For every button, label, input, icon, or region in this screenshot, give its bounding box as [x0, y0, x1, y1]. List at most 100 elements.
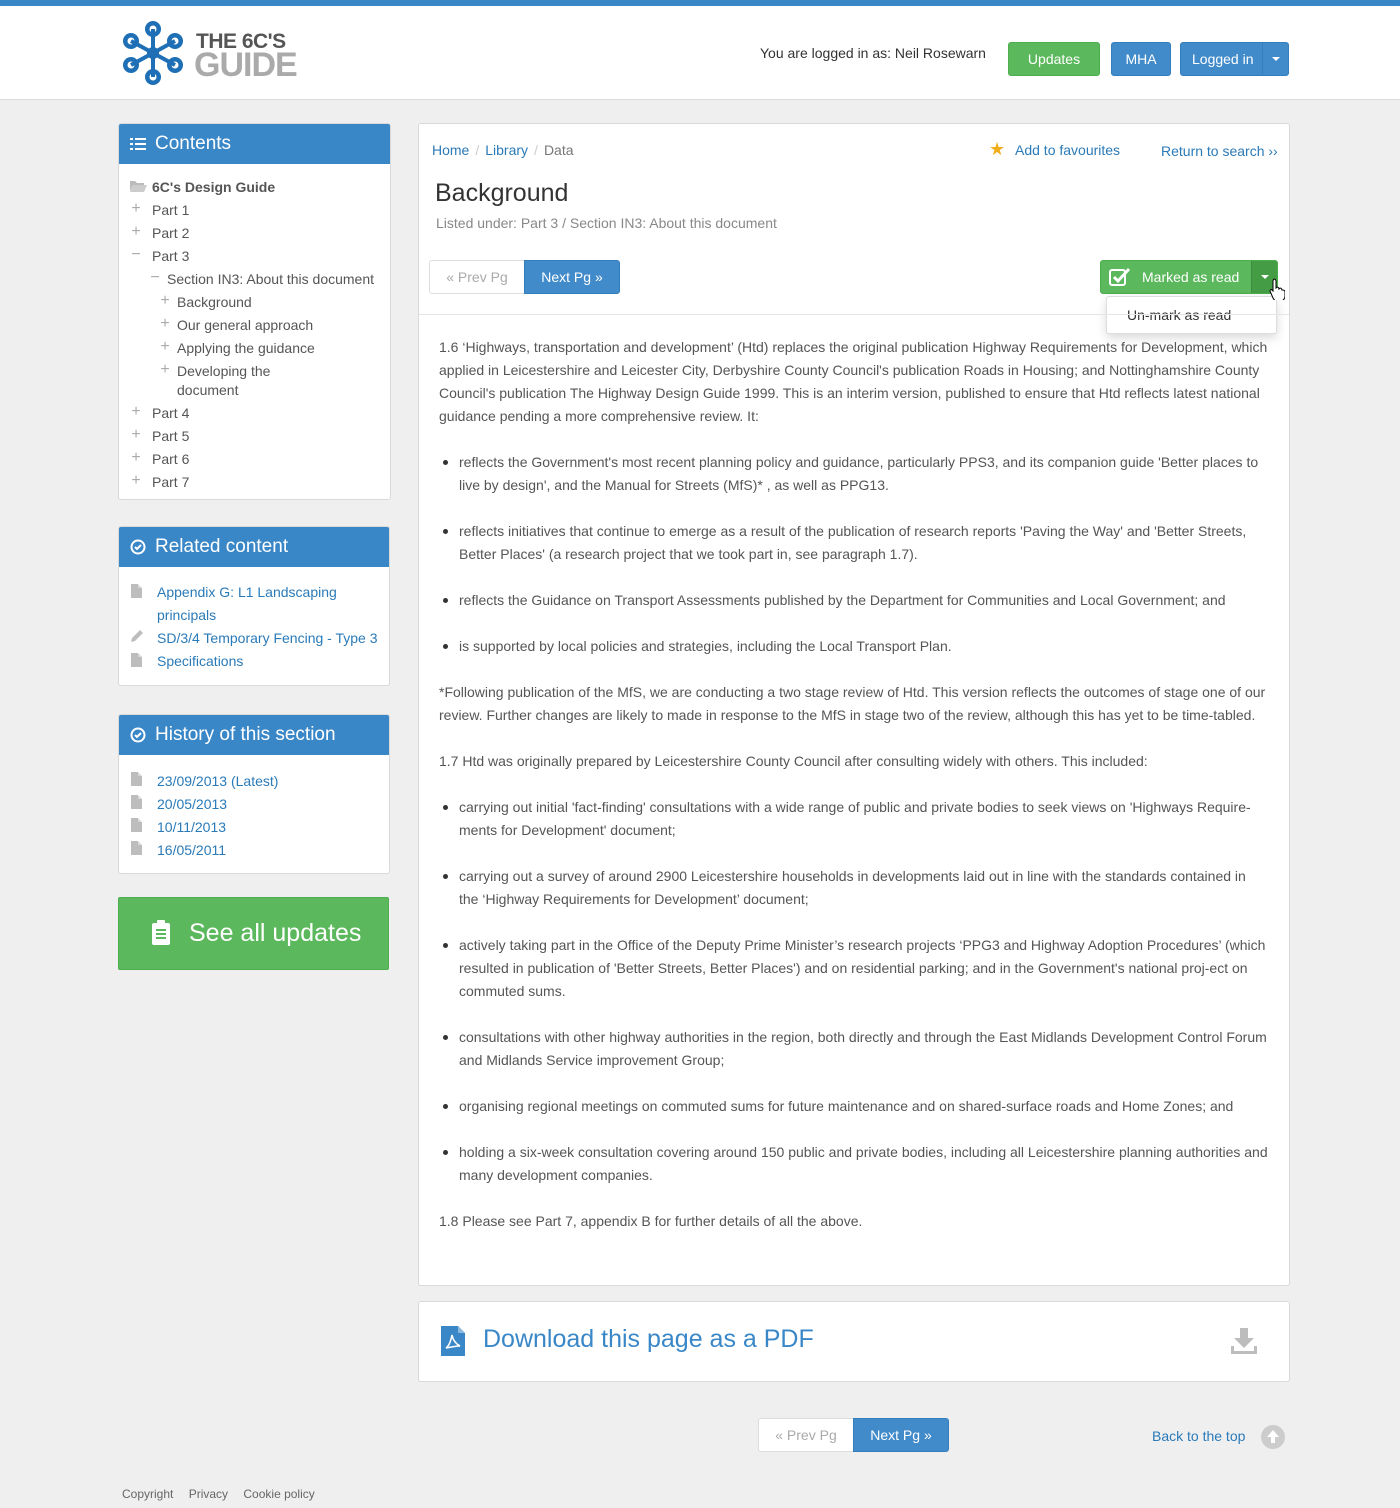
add-to-favourites-link[interactable]: ★ Add to favourites	[989, 139, 1121, 159]
page-title: Background	[435, 179, 569, 207]
expand-plus-icon[interactable]: +	[130, 403, 142, 421]
contents-title: Contents	[155, 133, 232, 154]
next-page-button[interactable]: Next Pg »	[524, 260, 620, 294]
expand-plus-icon[interactable]: +	[130, 200, 142, 218]
related-link-specifications[interactable]: Specifications	[157, 650, 243, 673]
history-link[interactable]: 20/05/2013	[157, 793, 227, 816]
return-to-search-link[interactable]: Return to search ››	[1161, 143, 1278, 159]
related-content-panel: Related content Appendix G: L1 Landscapi…	[118, 526, 390, 686]
paragraph: *Following publication of the MfS, we ar…	[439, 684, 1266, 723]
logo-text-bottom: GUIDE	[194, 46, 298, 84]
tree-item-general-approach[interactable]: Our general approach	[177, 315, 313, 335]
expand-plus-icon[interactable]: +	[159, 338, 171, 356]
history-link[interactable]: 23/09/2013 (Latest)	[157, 770, 278, 793]
history-link[interactable]: 16/05/2011	[157, 839, 226, 862]
related-link-appendix-g-line2[interactable]: principals	[157, 604, 216, 627]
tree-part-4[interactable]: Part 4	[152, 403, 189, 423]
tree-part-2[interactable]: Part 2	[152, 223, 189, 243]
tree-part-6[interactable]: Part 6	[152, 449, 189, 469]
expand-plus-icon[interactable]: +	[159, 315, 171, 333]
expand-plus-icon[interactable]: +	[130, 449, 142, 467]
tree-part-3[interactable]: Part 3	[152, 246, 189, 266]
back-to-top-link[interactable]: Back to the top	[1152, 1428, 1245, 1444]
prev-page-button[interactable]: « Prev Pg	[429, 260, 525, 294]
document-icon	[131, 584, 142, 598]
document-icon	[131, 772, 142, 786]
history-link[interactable]: 10/11/2013	[157, 816, 226, 839]
folder-open-icon	[130, 181, 147, 192]
breadcrumb: Home / Library / Data	[432, 142, 574, 158]
related-link-appendix-g-line1[interactable]: Appendix G: L1 Landscaping	[157, 581, 337, 604]
listed-under: Listed under: Part 3 / Section IN3: Abou…	[436, 215, 777, 231]
pager-top: « Prev Pg Next Pg »	[429, 260, 620, 294]
collapse-minus-icon[interactable]: −	[149, 269, 161, 287]
list-item: reflects the Government's most recent pl…	[439, 451, 1269, 497]
document-icon	[131, 841, 142, 855]
next-page-button[interactable]: Next Pg »	[853, 1418, 949, 1452]
marked-as-read-label: Marked as read	[1142, 269, 1240, 285]
related-title: Related content	[155, 536, 289, 557]
tree-item-developing-line2[interactable]: document	[177, 380, 238, 400]
expand-plus-icon[interactable]: +	[159, 292, 171, 310]
paragraph: 1.6 ‘Highways, transportation and develo…	[439, 339, 1268, 424]
checkbox-checked-icon	[1109, 267, 1131, 286]
breadcrumb-home[interactable]: Home	[432, 142, 469, 158]
refresh-check-icon	[130, 727, 146, 743]
tree-part-1[interactable]: Part 1	[152, 200, 189, 220]
unmark-dropdown-item[interactable]: Un-mark as read	[1106, 296, 1277, 334]
tree-item-developing-line1[interactable]: Developing the	[177, 361, 270, 381]
list-item: actively taking part in the Office of th…	[439, 934, 1269, 1003]
list-icon	[130, 138, 146, 150]
tree-part-5[interactable]: Part 5	[152, 426, 189, 446]
see-all-updates-button[interactable]: See all updates	[118, 897, 389, 970]
expand-plus-icon[interactable]: +	[130, 426, 142, 444]
document-icon	[131, 795, 142, 809]
arrow-up-circle-icon[interactable]	[1261, 1425, 1285, 1449]
list-item: consultations with other highway authori…	[439, 1026, 1269, 1072]
logged-in-dropdown-button[interactable]: Logged in	[1180, 42, 1289, 76]
mha-button[interactable]: MHA	[1111, 42, 1171, 76]
contents-header: Contents	[119, 124, 390, 164]
header-divider	[419, 314, 1289, 315]
logged-in-caret[interactable]	[1262, 43, 1288, 75]
chevron-down-icon	[1272, 57, 1280, 61]
breadcrumb-library[interactable]: Library	[485, 142, 528, 158]
snowflake-logo-icon	[123, 21, 183, 85]
paragraph: 1.8 Please see Part 7, appendix B for fu…	[439, 1213, 863, 1229]
site-logo[interactable]: THE 6C'S GUIDE	[118, 20, 308, 86]
list-item: carrying out initial 'fact-finding' cons…	[439, 796, 1269, 842]
hand-pointer-icon	[1269, 278, 1285, 300]
footer-cookie-link[interactable]: Cookie policy	[243, 1487, 314, 1501]
tree-section-in3[interactable]: Section IN3: About this document	[167, 269, 374, 289]
download-pdf-panel[interactable]: Download this page as a PDF	[418, 1301, 1290, 1382]
tree-root[interactable]: 6C's Design Guide	[152, 177, 275, 197]
list-item: reflects initiatives that continue to em…	[439, 520, 1269, 566]
collapse-minus-icon[interactable]: −	[130, 246, 142, 264]
prev-page-button[interactable]: « Prev Pg	[758, 1418, 854, 1452]
pencil-icon	[131, 630, 143, 642]
footer-copyright-link[interactable]: Copyright	[122, 1487, 173, 1501]
refresh-check-icon	[130, 539, 146, 555]
article-body: 1.6 ‘Highways, transportation and develo…	[439, 336, 1269, 1256]
expand-plus-icon[interactable]: +	[130, 223, 142, 241]
tree-part-7[interactable]: Part 7	[152, 472, 189, 492]
list-item: reflects the Guidance on Transport Asses…	[439, 589, 1269, 612]
tree-item-applying-guidance[interactable]: Applying the guidance	[177, 338, 315, 358]
footer-privacy-link[interactable]: Privacy	[189, 1487, 228, 1501]
add-to-favourites-label: Add to favourites	[1015, 142, 1121, 158]
related-link-temporary-fencing[interactable]: SD/3/4 Temporary Fencing - Type 3	[157, 627, 377, 650]
marked-as-read-button[interactable]: Marked as read	[1100, 260, 1278, 294]
list-item: is supported by local policies and strat…	[439, 635, 1269, 658]
expand-plus-icon[interactable]: +	[159, 361, 171, 379]
bullet-list: reflects the Government's most recent pl…	[439, 451, 1269, 658]
pdf-file-icon	[441, 1326, 465, 1356]
expand-plus-icon[interactable]: +	[130, 472, 142, 490]
updates-button[interactable]: Updates	[1008, 42, 1100, 76]
chevron-down-icon	[1261, 275, 1269, 279]
download-icon[interactable]	[1231, 1328, 1257, 1354]
tree-item-background[interactable]: Background	[177, 292, 252, 312]
paragraph: 1.7 Htd was originally prepared by Leice…	[439, 753, 1148, 769]
list-item: organising regional meetings on commuted…	[439, 1095, 1269, 1118]
list-item: carrying out a survey of around 2900 Lei…	[439, 865, 1269, 911]
see-all-updates-label: See all updates	[189, 919, 362, 947]
